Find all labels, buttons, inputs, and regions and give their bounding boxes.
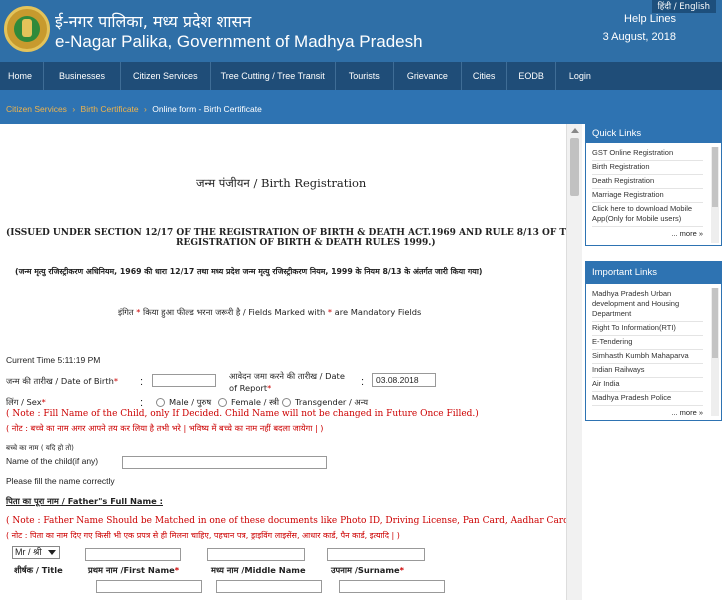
- report-date-input[interactable]: 03.08.2018: [372, 373, 436, 387]
- father-middle-name-input[interactable]: [207, 548, 305, 561]
- important-link-air-india[interactable]: Air India: [592, 378, 703, 392]
- important-link-indian-railways[interactable]: Indian Railways: [592, 364, 703, 378]
- father-surname-label: उपनाम /Surname*: [331, 565, 404, 575]
- breadcrumb-current: Online form - Birth Certificate: [152, 104, 262, 114]
- father-name-note-english: ( Note : Father Name Should be Matched i…: [6, 516, 582, 526]
- nav-cities[interactable]: Cities: [462, 62, 508, 90]
- father-title-select[interactable]: Mr / श्री: [12, 546, 60, 559]
- dob-colon: :: [140, 376, 144, 388]
- father-first-name-hindi-input[interactable]: [96, 580, 202, 593]
- header-title-english: e-Nagar Palika, Government of Madhya Pra…: [55, 32, 423, 51]
- nav-tree-cutting[interactable]: Tree Cutting / Tree Transit: [211, 62, 336, 90]
- quick-links-scrollbar[interactable]: [711, 147, 719, 243]
- issued-under-hindi: (जन्म मृत्यु रजिस्ट्रीकरण अधिनियम, 1969 …: [15, 267, 483, 276]
- sex-female-label: Female / स्त्री: [231, 397, 280, 407]
- breadcrumb-citizen-services[interactable]: Citizen Services: [6, 104, 67, 114]
- nav-citizen-services[interactable]: Citizen Services: [121, 62, 211, 90]
- father-first-name-label: प्रथम नाम /First Name*: [88, 565, 180, 575]
- nav-businesses[interactable]: Businesses: [44, 62, 122, 90]
- mandatory-note: इंगित * किया हुआ फील्ड भरना जरूरी है / F…: [118, 307, 422, 317]
- important-links-scrollbar[interactable]: [711, 288, 719, 416]
- nav-home[interactable]: Home: [0, 62, 45, 90]
- quick-links-more[interactable]: ... more »: [592, 227, 703, 240]
- important-link-urban-development[interactable]: Madhya Pradesh Urban development and Hou…: [592, 288, 703, 322]
- important-link-rti[interactable]: Right To Information(RTI): [592, 322, 703, 336]
- breadcrumb-separator: ›: [72, 104, 76, 114]
- breadcrumb-separator: ›: [144, 104, 147, 114]
- form-scrollbar[interactable]: [566, 124, 582, 600]
- report-date-label-line1: आवेदन जमा करने की तारीख / Date: [229, 371, 345, 381]
- child-name-input[interactable]: [122, 456, 327, 469]
- dob-input[interactable]: [152, 374, 216, 387]
- quick-link-marriage-registration[interactable]: Marriage Registration: [592, 189, 703, 203]
- child-name-note-hindi: ( नोट : बच्चे का नाम अगर आपने तय कर लिया…: [6, 423, 324, 433]
- nav-tourists[interactable]: Tourists: [336, 62, 394, 90]
- important-links-more[interactable]: ... more »: [592, 406, 703, 419]
- scrollbar-thumb[interactable]: [570, 138, 579, 196]
- chevron-down-icon: [48, 550, 56, 555]
- sex-colon: :: [140, 397, 144, 409]
- important-link-simhasth[interactable]: Simhasth Kumbh Mahaparva: [592, 350, 703, 364]
- emblem-logo: [4, 6, 50, 52]
- sex-transgender-radio[interactable]: [282, 398, 291, 407]
- sex-label: लिंग / Sex*: [6, 397, 46, 407]
- quick-links-panel: Quick Links GST Online Registration Birt…: [585, 124, 722, 246]
- child-name-label-hindi: बच्चे का नाम ( यदि हो तो): [6, 444, 74, 452]
- report-date-label-line2: of Report*: [229, 383, 272, 393]
- form-heading: जन्म पंजीयन / Birth Registration: [196, 176, 367, 190]
- nav-eodb[interactable]: EODB: [507, 62, 556, 90]
- father-name-note-hindi: ( नोट : पिता का नाम दिए गए किसी भी एक प्…: [6, 531, 400, 540]
- father-name-heading: पिता का पूरा नाम / Father"s Full Name :: [6, 496, 163, 506]
- sex-transgender-label: Transgender / अन्य: [295, 397, 369, 407]
- important-link-mp-police[interactable]: Madhya Pradesh Police: [592, 392, 703, 406]
- nav-login[interactable]: Login: [556, 62, 604, 90]
- quick-link-mobile-app[interactable]: Click here to download Mobile App(Only f…: [592, 203, 703, 227]
- breadcrumb-birth-certificate[interactable]: Birth Certificate: [81, 104, 139, 114]
- important-links-title: Important Links: [586, 262, 721, 284]
- fill-correctly-note: Please fill the name correctly: [6, 476, 115, 486]
- father-first-name-input[interactable]: [85, 548, 181, 561]
- important-links-panel: Important Links Madhya Pradesh Urban dev…: [585, 261, 722, 421]
- quick-link-gst[interactable]: GST Online Registration: [592, 147, 703, 161]
- important-link-e-tendering[interactable]: E-Tendering: [592, 336, 703, 350]
- child-name-note-english: ( Note : Fill Name of the Child, only If…: [6, 409, 479, 419]
- header-title-hindi: ई-नगर पालिका, मध्य प्रदेश शासन: [55, 12, 252, 31]
- main-nav: Home Businesses Citizen Services Tree Cu…: [0, 62, 722, 90]
- issued-under-english-line1: (ISSUED UNDER SECTION 12/17 OF THE REGIS…: [6, 228, 581, 238]
- quick-links-title: Quick Links: [586, 125, 721, 143]
- child-name-label-english: Name of the child(if any): [6, 456, 99, 466]
- father-title-label: शीर्षक / Title: [14, 565, 63, 575]
- current-time: Current Time 5:11:19 PM: [6, 355, 101, 365]
- sex-female-radio[interactable]: [218, 398, 227, 407]
- nav-grievance[interactable]: Grievance: [394, 62, 462, 90]
- issued-under-english-line2: REGISTRATION OF BIRTH & DEATH RULES 1999…: [176, 238, 436, 248]
- site-header: ई-नगर पालिका, मध्य प्रदेश शासन e-Nagar P…: [0, 0, 722, 62]
- scroll-up-arrow-icon[interactable]: [571, 128, 579, 133]
- header-date: 3 August, 2018: [602, 31, 676, 43]
- sidebar: Quick Links GST Online Registration Birt…: [585, 124, 722, 600]
- birth-registration-form: जन्म पंजीयन / Birth Registration (ISSUED…: [0, 124, 582, 600]
- breadcrumb: Citizen Services › Birth Certificate › O…: [0, 90, 722, 124]
- father-middle-name-hindi-input[interactable]: [216, 580, 322, 593]
- report-date-colon: :: [361, 376, 365, 388]
- father-surname-hindi-input[interactable]: [339, 580, 445, 593]
- sex-male-label: Male / पुरुष: [169, 397, 212, 407]
- quick-link-death-registration[interactable]: Death Registration: [592, 175, 703, 189]
- sex-male-radio[interactable]: [156, 398, 165, 407]
- dob-label: जन्म की तारीख / Date of Birth*: [6, 376, 119, 386]
- language-toggle[interactable]: हिंदी / English: [651, 0, 716, 13]
- quick-link-birth-registration[interactable]: Birth Registration: [592, 161, 703, 175]
- help-lines-link[interactable]: Help Lines: [624, 13, 676, 25]
- father-middle-name-label: मध्य नाम /Middle Name: [211, 565, 306, 575]
- father-surname-input[interactable]: [327, 548, 425, 561]
